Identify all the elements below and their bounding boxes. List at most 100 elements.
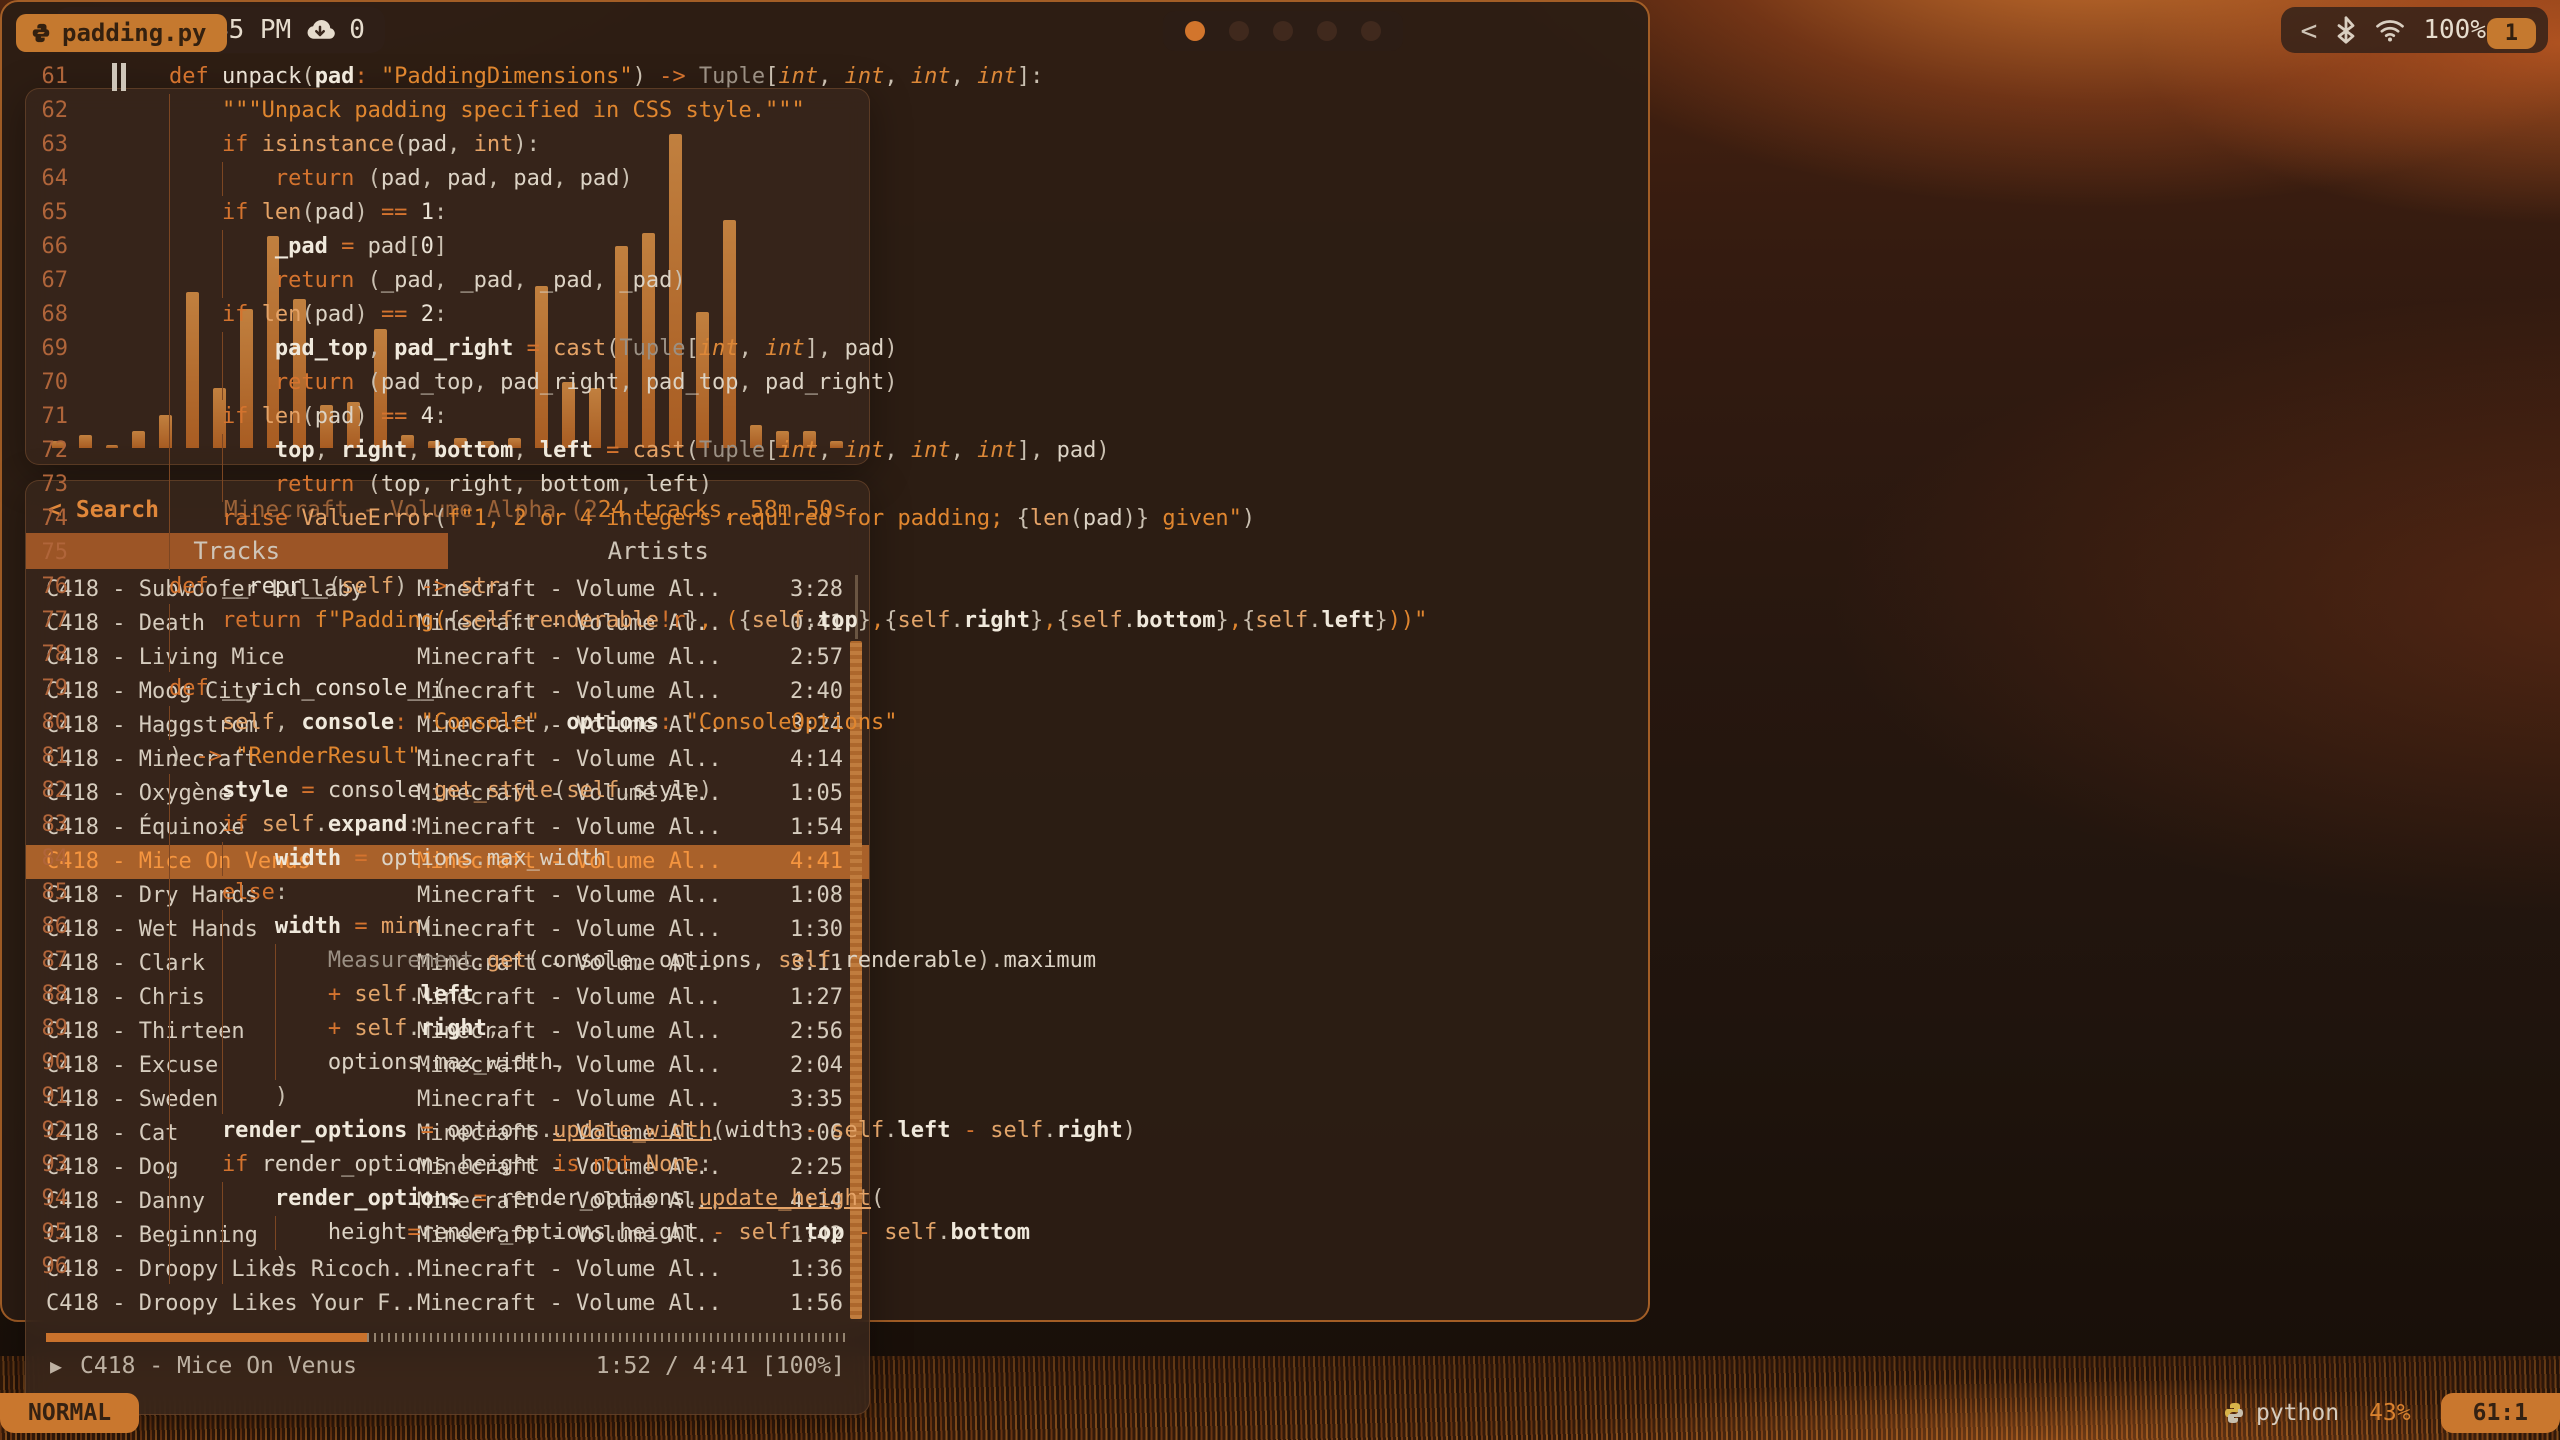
code-token: self bbox=[831, 1118, 884, 1143]
code-line[interactable]: 76def __repr__(self) -> str: bbox=[0, 570, 2560, 604]
code-token: , bbox=[871, 608, 884, 633]
code-token: } bbox=[1215, 608, 1228, 633]
code-token: pad bbox=[447, 166, 487, 191]
code-token: ( bbox=[368, 166, 381, 191]
code-token: ). bbox=[977, 948, 1004, 973]
line-number: 76 bbox=[0, 570, 86, 604]
code-line[interactable]: 92render_options = options.update_width(… bbox=[0, 1114, 2560, 1148]
code-text: if self.expand: bbox=[86, 808, 421, 842]
code-token: ( bbox=[328, 574, 341, 599]
code-token: : bbox=[354, 64, 367, 89]
code-line[interactable]: 81) -> "RenderResult": bbox=[0, 740, 2560, 774]
code-token: self bbox=[262, 812, 315, 837]
code-token: , bbox=[447, 132, 474, 157]
code-token: 4 bbox=[421, 404, 434, 429]
code-line[interactable]: 88+ self.left bbox=[0, 978, 2560, 1012]
code-line[interactable]: 86width = min( bbox=[0, 910, 2560, 944]
line-number: 90 bbox=[0, 1046, 86, 1080]
code-token: ( bbox=[301, 404, 314, 429]
code-token: , bbox=[619, 370, 646, 395]
code-token: get bbox=[487, 948, 527, 973]
code-token: width bbox=[275, 914, 341, 939]
code-token: , bbox=[1043, 608, 1056, 633]
code-token: [ bbox=[765, 64, 778, 89]
indent-guide bbox=[169, 1250, 222, 1284]
code-line[interactable]: 94render_options = render_options.update… bbox=[0, 1182, 2560, 1216]
code-line[interactable]: 95height=render_options.height - self.to… bbox=[0, 1216, 2560, 1250]
code-line[interactable]: 69pad_top, pad_right = cast(Tuple[int, i… bbox=[0, 332, 2560, 366]
code-token: "RenderResult" bbox=[235, 744, 420, 769]
code-text: render_options = options.update_width(wi… bbox=[86, 1114, 1136, 1148]
line-number: 65 bbox=[0, 196, 86, 230]
code-line[interactable]: 63if isinstance(pad, int): bbox=[0, 128, 2560, 162]
code-token: int bbox=[699, 336, 739, 361]
code-token: : bbox=[659, 710, 672, 735]
code-token: left bbox=[646, 472, 699, 497]
code-token: bottom bbox=[540, 472, 619, 497]
code-token: None bbox=[646, 1152, 699, 1177]
code-line[interactable]: 85else: bbox=[0, 876, 2560, 910]
code-token: __rich_console__ bbox=[222, 676, 434, 701]
code-line[interactable]: 87Measurement.get(console, options, self… bbox=[0, 944, 2560, 978]
code-token: , bbox=[513, 268, 540, 293]
code-area[interactable]: 61def unpack(pad: "PaddingDimensions") -… bbox=[0, 60, 2560, 1384]
code-line[interactable]: 68if len(pad) == 2: bbox=[0, 298, 2560, 332]
code-line[interactable]: 67return (_pad, _pad, _pad, _pad) bbox=[0, 264, 2560, 298]
code-token bbox=[407, 200, 420, 225]
code-line[interactable]: 65if len(pad) == 1: bbox=[0, 196, 2560, 230]
code-line[interactable]: 91) bbox=[0, 1080, 2560, 1114]
editor-tab-padding-py[interactable]: padding.py bbox=[16, 14, 227, 52]
code-token: 0 bbox=[421, 234, 434, 259]
code-line[interactable]: 90options.max_width, bbox=[0, 1046, 2560, 1080]
code-token: self bbox=[1255, 608, 1308, 633]
indent-guide bbox=[169, 400, 222, 434]
code-line[interactable]: 89+ self.right, bbox=[0, 1012, 2560, 1046]
code-token: __repr__ bbox=[222, 574, 328, 599]
indent-guide bbox=[169, 876, 222, 910]
code-token: , bbox=[593, 268, 620, 293]
indent-guide bbox=[169, 536, 222, 570]
code-line[interactable]: 78 bbox=[0, 638, 2560, 672]
code-line[interactable]: 72top, right, bottom, left = cast(Tuple[… bbox=[0, 434, 2560, 468]
code-line[interactable]: 74raise ValueError(f"1, 2 or 4 integers … bbox=[0, 502, 2560, 536]
code-line[interactable]: 82style = console.get_style(self.style) bbox=[0, 774, 2560, 808]
indent-guide bbox=[169, 774, 222, 808]
code-line[interactable]: 73return (top, right, bottom, left) bbox=[0, 468, 2560, 502]
code-line[interactable]: 96) bbox=[0, 1250, 2560, 1284]
code-line[interactable]: 93if render_options.height is not None: bbox=[0, 1148, 2560, 1182]
code-line[interactable]: 83if self.expand: bbox=[0, 808, 2560, 842]
tab-count-badge[interactable]: 1 bbox=[2487, 18, 2536, 49]
code-token: : bbox=[500, 574, 513, 599]
code-line[interactable]: 61def unpack(pad: "PaddingDimensions") -… bbox=[0, 60, 2560, 94]
code-line[interactable]: 77return f"Padding({self.renderable!r}, … bbox=[0, 604, 2560, 638]
code-text: return (top, right, bottom, left) bbox=[86, 468, 712, 502]
code-token: pad bbox=[845, 336, 885, 361]
code-token: !r bbox=[659, 608, 686, 633]
code-line[interactable]: 62"""Unpack padding specified in CSS sty… bbox=[0, 94, 2560, 128]
indent-guide bbox=[222, 944, 275, 978]
code-line[interactable]: 66_pad = pad[0] bbox=[0, 230, 2560, 264]
code-token: def bbox=[169, 574, 222, 599]
code-line[interactable]: 80self, console: "Console", options: "Co… bbox=[0, 706, 2560, 740]
code-token: { bbox=[1057, 608, 1070, 633]
code-line[interactable]: 71if len(pad) == 4: bbox=[0, 400, 2560, 434]
code-token: "Console" bbox=[421, 710, 540, 735]
line-number: 84 bbox=[0, 842, 86, 876]
code-token: is not bbox=[540, 1152, 646, 1177]
code-token: render_options bbox=[262, 1152, 447, 1177]
code-line[interactable]: 79def __rich_console__( bbox=[0, 672, 2560, 706]
code-token: - bbox=[845, 1220, 885, 1245]
code-token: . bbox=[1043, 1118, 1056, 1143]
code-token: , bbox=[818, 64, 845, 89]
code-text: _pad = pad[0] bbox=[86, 230, 447, 264]
code-token: pad_right bbox=[765, 370, 884, 395]
language-label: python bbox=[2256, 1400, 2339, 1426]
code-line[interactable]: 84width = options.max_width bbox=[0, 842, 2560, 876]
code-token: def bbox=[169, 64, 222, 89]
line-number: 91 bbox=[0, 1080, 86, 1114]
code-line[interactable]: 70return (pad_top, pad_right, pad_top, p… bbox=[0, 366, 2560, 400]
code-line[interactable]: 64return (pad, pad, pad, pad) bbox=[0, 162, 2560, 196]
indent-guide bbox=[222, 434, 275, 468]
code-line[interactable]: 75 bbox=[0, 536, 2560, 570]
code-token: len bbox=[262, 200, 302, 225]
